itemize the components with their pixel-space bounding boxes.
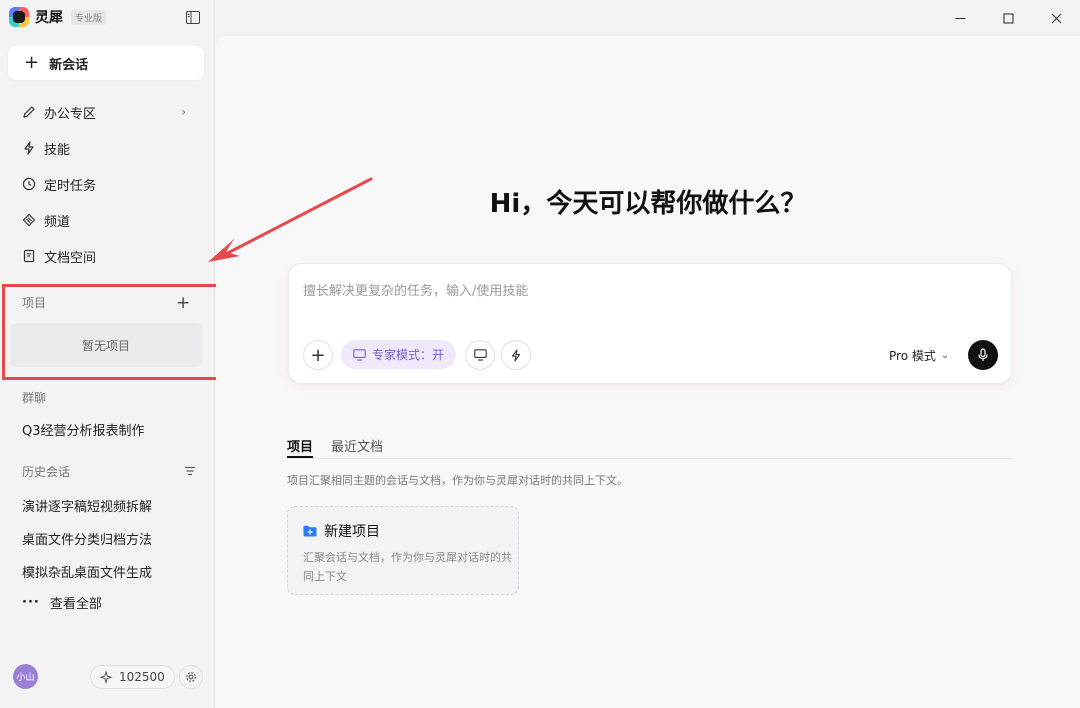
- new-chat-button[interactable]: + 新会话: [8, 46, 204, 80]
- credits-badge[interactable]: 102500: [90, 665, 175, 689]
- app-logo-icon: [9, 7, 29, 27]
- attach-button[interactable]: +: [303, 340, 333, 370]
- close-button[interactable]: [1032, 0, 1080, 36]
- sidebar-item-label: 技能: [44, 142, 71, 158]
- maximize-button[interactable]: [984, 0, 1032, 36]
- brand: 灵犀 专业版: [9, 7, 107, 27]
- skills-button[interactable]: [501, 340, 531, 370]
- new-project-desc: 汇聚会话与文档，作为你与灵犀对话时的共同上下文: [303, 551, 512, 583]
- plus-icon: +: [24, 52, 40, 73]
- window-controls: [936, 0, 1080, 36]
- history-item[interactable]: 模拟杂乱桌面文件生成: [22, 562, 152, 581]
- tab-divider: [287, 458, 1012, 459]
- lightning-icon: [24, 141, 34, 155]
- tab-recent-docs[interactable]: 最近文档: [331, 436, 383, 455]
- mode-label: Pro 模式: [889, 349, 936, 363]
- folder-plus-icon: [303, 525, 317, 537]
- active-tab-indicator: [287, 456, 313, 458]
- chat-input-card: + 专家模式：开 Pro 模式 ⌄: [288, 263, 1012, 384]
- tab-projects[interactable]: 项目: [287, 436, 313, 455]
- see-all-label: 查看全部: [49, 597, 102, 612]
- see-all-link[interactable]: ··· 查看全部: [22, 593, 102, 612]
- minimize-icon: [955, 17, 965, 19]
- new-project-card[interactable]: 新建项目 汇聚会话与文档，作为你与灵犀对话时的共同上下文: [287, 506, 519, 595]
- history-section-label: 历史会话: [22, 465, 71, 479]
- sidebar-item-channels[interactable]: 频道: [14, 207, 200, 233]
- pencil-icon: [23, 106, 35, 118]
- microphone-icon: [978, 348, 988, 361]
- close-icon: [1051, 13, 1061, 23]
- annotation-arrow: [208, 177, 373, 262]
- monitor-icon: [353, 348, 366, 361]
- history-item[interactable]: 演讲逐字稿短视频拆解: [22, 496, 152, 515]
- sidebar-item-label: 办公专区: [44, 106, 97, 122]
- voice-input-button[interactable]: [968, 340, 998, 370]
- filter-icon[interactable]: [184, 465, 196, 480]
- new-project-label: 新建项目: [324, 524, 380, 540]
- group-chat-item[interactable]: Q3经营分析报表制作: [22, 420, 145, 439]
- clock-icon: [22, 177, 36, 191]
- document-icon: [23, 249, 35, 263]
- sidebar-item-label: 定时任务: [44, 178, 97, 194]
- chat-input[interactable]: [303, 280, 993, 302]
- more-dots-icon: ···: [22, 595, 40, 610]
- settings-button[interactable]: [179, 665, 203, 689]
- lightning-icon: [511, 348, 521, 362]
- sidebar-item-office[interactable]: 办公专区 ›: [14, 99, 200, 125]
- gear-icon: [186, 672, 196, 682]
- annotation-highlight-box: [2, 284, 223, 380]
- sidebar-item-scheduled[interactable]: 定时任务: [14, 171, 200, 197]
- screen-button[interactable]: [465, 340, 495, 370]
- avatar[interactable]: 小山: [13, 664, 38, 689]
- new-project-title: 新建项目: [303, 521, 380, 541]
- chevron-right-icon: ›: [181, 105, 186, 119]
- mode-selector[interactable]: Pro 模式 ⌄: [889, 347, 949, 364]
- groups-section-label: 群聊: [22, 391, 47, 405]
- sidebar-item-docs[interactable]: 文档空间: [14, 243, 200, 269]
- credits-value: 102500: [119, 670, 165, 684]
- edition-badge: 专业版: [71, 9, 107, 25]
- expert-mode-toggle[interactable]: 专家模式：开: [341, 340, 457, 369]
- chevron-down-icon: ⌄: [940, 350, 950, 361]
- sidebar-item-label: 频道: [44, 214, 71, 230]
- plus-icon: +: [310, 344, 326, 366]
- sidebar-toggle-icon[interactable]: [186, 11, 200, 28]
- expert-mode-label: 专家模式：开: [372, 348, 445, 362]
- sparkle-icon: [100, 670, 113, 684]
- new-chat-label: 新会话: [49, 57, 89, 73]
- maximize-icon: [1002, 12, 1014, 24]
- projects-description: 项目汇聚相同主题的会话与文档，作为你与灵犀对话时的共同上下文。: [287, 474, 628, 487]
- app-name: 灵犀: [35, 10, 63, 26]
- sidebar-item-skills[interactable]: 技能: [14, 135, 200, 161]
- sidebar-item-label: 文档空间: [44, 250, 97, 266]
- monitor-icon: [473, 349, 487, 361]
- minimize-button[interactable]: [936, 0, 984, 36]
- history-item[interactable]: 桌面文件分类归档方法: [22, 529, 152, 548]
- channel-icon: [22, 213, 36, 227]
